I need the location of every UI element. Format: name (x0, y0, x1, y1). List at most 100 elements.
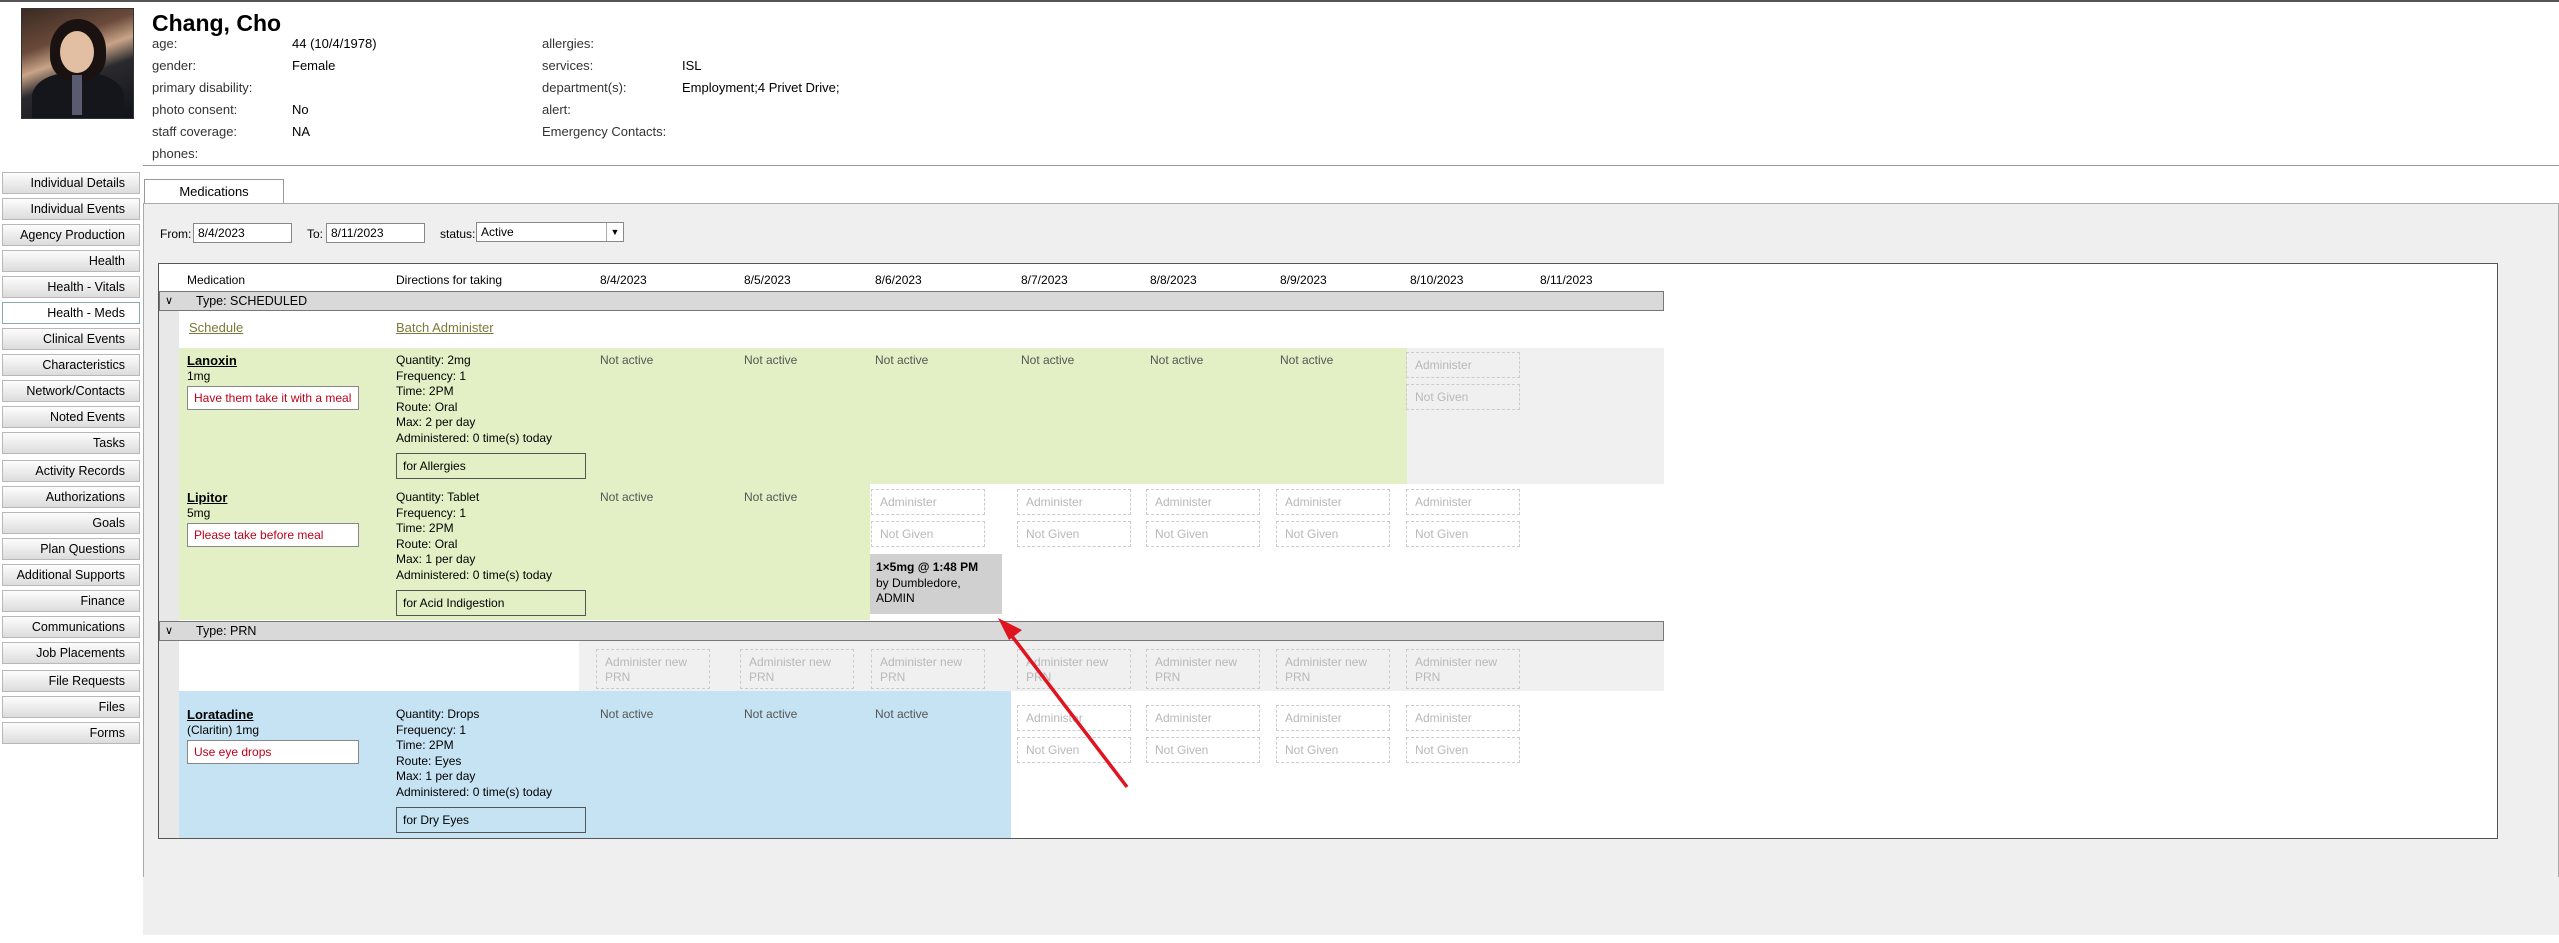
not-given-button[interactable]: Not Given (1017, 521, 1131, 547)
med-for: for Dry Eyes (396, 807, 586, 833)
administer-button[interactable]: Administer (1276, 489, 1390, 515)
sidebar-item-communications[interactable]: Communications (2, 616, 140, 638)
administer-button[interactable]: Administer (1406, 489, 1520, 515)
sidebar-item-authorizations[interactable]: Authorizations (2, 486, 140, 508)
sidebar-item-goals[interactable]: Goals (2, 512, 140, 534)
col-header-date: 8/9/2023 (1280, 273, 1327, 287)
info-label: phones: (152, 146, 199, 161)
administer-new-prn-button[interactable]: Administer new PRN (871, 649, 985, 689)
info-value: Female (292, 58, 336, 73)
sidebar-item-individual-details[interactable]: Individual Details (2, 172, 140, 194)
sidebar-item-characteristics[interactable]: Characteristics (2, 354, 140, 376)
status-select[interactable]: Active ▼ (476, 222, 624, 242)
administer-button[interactable]: Administer (1276, 705, 1390, 731)
not-given-button[interactable]: Not Given (1406, 521, 1520, 547)
sidebar-item-job-placements[interactable]: Job Placements (2, 642, 140, 664)
chevron-down-icon[interactable]: ∨ (165, 292, 173, 310)
administer-button[interactable]: Administer (1017, 489, 1131, 515)
not-given-button[interactable]: Not Given (1146, 737, 1260, 763)
sidebar-item-noted-events[interactable]: Noted Events (2, 406, 140, 428)
not-given-button[interactable]: Not Given (1276, 521, 1390, 547)
sidebar-item-health-meds[interactable]: Health - Meds (2, 302, 140, 324)
med-name-lipitor[interactable]: Lipitor (187, 490, 227, 505)
info-value: No (292, 102, 309, 117)
tab-medications[interactable]: Medications (144, 179, 284, 204)
sidebar-item-health-vitals[interactable]: Health - Vitals (2, 276, 140, 298)
sidebar-item-files[interactable]: Files (2, 696, 140, 718)
col-header-date: 8/6/2023 (875, 273, 922, 287)
sidebar-item-network-contacts[interactable]: Network/Contacts (2, 380, 140, 402)
type-scheduled-bar[interactable]: ∨ Type: SCHEDULED (159, 291, 1664, 311)
batch-administer-link[interactable]: Batch Administer (396, 320, 494, 335)
med-dose: (Claritin) 1mg (187, 723, 260, 737)
med-note: Please take before meal (187, 523, 359, 547)
not-given-button[interactable]: Not Given (1406, 384, 1520, 410)
not-given-button[interactable]: Not Given (1406, 737, 1520, 763)
administer-button[interactable]: Administer (871, 489, 985, 515)
chevron-down-icon[interactable]: ∨ (165, 622, 173, 640)
med-name-loratadine[interactable]: Loratadine (187, 707, 253, 722)
from-date-input[interactable]: 8/4/2023 (193, 223, 292, 243)
administer-new-prn-button[interactable]: Administer new PRN (1146, 649, 1260, 689)
not-given-button[interactable]: Not Given (1146, 521, 1260, 547)
col-header-medication: Medication (187, 273, 246, 287)
administer-new-prn-button[interactable]: Administer new PRN (596, 649, 710, 689)
schedule-link[interactable]: Schedule (189, 320, 243, 335)
info-label: photo consent: (152, 102, 238, 117)
sidebar-item-activity-records[interactable]: Activity Records (2, 460, 140, 482)
type-prn-bar[interactable]: ∨ Type: PRN (159, 621, 1664, 641)
sidebar-item-additional-supports[interactable]: Additional Supports (2, 564, 140, 586)
sidebar-item-finance[interactable]: Finance (2, 590, 140, 612)
med-directions: Quantity: 2mg Frequency: 1 Time: 2PM Rou… (396, 353, 553, 445)
medication-grid: Medication Directions for taking 8/4/202… (158, 263, 2498, 839)
med-directions: Quantity: Drops Frequency: 1 Time: 2PM R… (396, 707, 553, 799)
sidebar-item-clinical-events[interactable]: Clinical Events (2, 328, 140, 350)
col-header-date: 8/8/2023 (1150, 273, 1197, 287)
administer-new-prn-button[interactable]: Administer new PRN (740, 649, 854, 689)
info-label: gender: (152, 58, 197, 73)
sidebar-item-file-requests[interactable]: File Requests (2, 670, 140, 692)
administer-button[interactable]: Administer (1146, 705, 1260, 731)
col-header-date: 8/4/2023 (600, 273, 647, 287)
sidebar-item-plan-questions[interactable]: Plan Questions (2, 538, 140, 560)
not-active-label: Not active (744, 353, 798, 367)
patient-name: Chang, Cho (152, 10, 282, 36)
not-active-label: Not active (1280, 353, 1334, 367)
sidebar-item-tasks[interactable]: Tasks (2, 432, 140, 454)
info-label: age: (152, 36, 178, 51)
to-label: To: (307, 227, 324, 241)
to-date-input[interactable]: 8/11/2023 (326, 223, 425, 243)
administered-record[interactable]: 1×5mg @ 1:48 PM by Dumbledore, ADMIN (870, 554, 1002, 614)
sidebar-item-individual-events[interactable]: Individual Events (2, 198, 140, 220)
administer-button[interactable]: Administer (1146, 489, 1260, 515)
not-given-button[interactable]: Not Given (1276, 737, 1390, 763)
chevron-down-icon[interactable]: ▼ (606, 223, 623, 241)
col-header-date: 8/7/2023 (1021, 273, 1068, 287)
not-given-button[interactable]: Not Given (1017, 737, 1131, 763)
info-label: staff coverage: (152, 124, 238, 139)
col-header-date: 8/5/2023 (744, 273, 791, 287)
med-dose: 5mg (187, 506, 211, 520)
administer-button[interactable]: Administer (1406, 352, 1520, 378)
content-divider (143, 165, 2559, 166)
grid-left-strip (159, 291, 179, 838)
not-given-button[interactable]: Not Given (871, 521, 985, 547)
administer-new-prn-button[interactable]: Administer new PRN (1017, 649, 1131, 689)
administer-button[interactable]: Administer (1017, 705, 1131, 731)
sidebar-item-health[interactable]: Health (2, 250, 140, 272)
administer-new-prn-button[interactable]: Administer new PRN (1406, 649, 1520, 689)
med-for: for Allergies (396, 453, 586, 479)
sidebar-item-agency-production[interactable]: Agency Production (2, 224, 140, 246)
administer-new-prn-button[interactable]: Administer new PRN (1276, 649, 1390, 689)
med-name-lanoxin[interactable]: Lanoxin (187, 353, 237, 368)
info-value: 44 (10/4/1978) (292, 36, 377, 51)
from-label: From: (160, 227, 192, 241)
info-label: primary disability: (152, 80, 253, 95)
med-dose: 1mg (187, 369, 211, 383)
lanoxin-row-bg (179, 348, 1407, 484)
administer-button[interactable]: Administer (1406, 705, 1520, 731)
window-top-border (0, 0, 2559, 2)
col-header-directions: Directions for taking (396, 273, 503, 287)
sidebar-item-forms[interactable]: Forms (2, 722, 140, 744)
not-active-label: Not active (600, 490, 654, 504)
